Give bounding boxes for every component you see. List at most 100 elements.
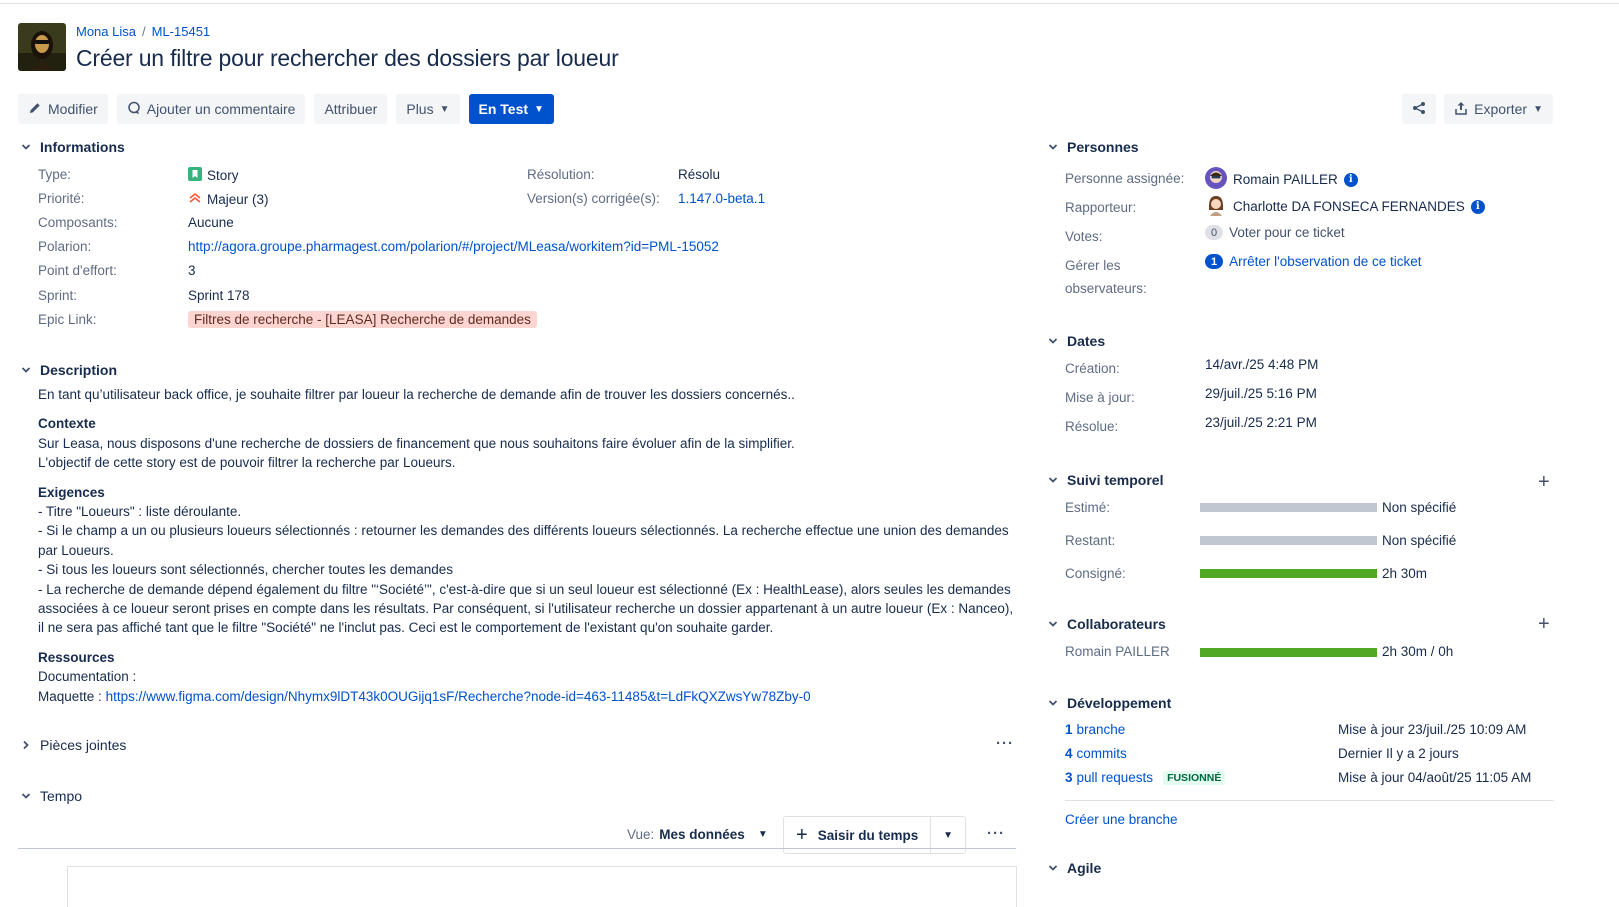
commit-count: 4 — [1065, 746, 1073, 761]
add-comment-button-label: Ajouter un commentaire — [146, 101, 296, 117]
export-dropdown-label: Exporter — [1474, 101, 1528, 117]
resolved-label: Résolue: — [1065, 419, 1119, 434]
epic-link-label: Epic Link: — [38, 312, 97, 327]
pr-info: Mise à jour 04/août/25 11:05 AM — [1338, 770, 1532, 785]
tempo-view-label: Vue: — [627, 827, 655, 842]
status-dropdown[interactable]: En Test ▼ — [468, 94, 554, 124]
attachments-heading: Pièces jointes — [40, 737, 127, 753]
attachments-section-toggle[interactable]: Pièces jointes — [20, 737, 126, 753]
development-divider — [1065, 800, 1554, 801]
more-dropdown[interactable]: Plus ▼ — [396, 94, 460, 124]
chevron-down-icon — [20, 141, 32, 153]
estimated-value: Non spécifié — [1382, 500, 1457, 515]
updated-value: 29/juil./25 5:16 PM — [1205, 386, 1317, 401]
chevron-down-icon: ▼ — [534, 103, 544, 115]
add-collaborator-icon[interactable]: + — [1538, 614, 1550, 634]
dates-section-toggle[interactable]: Dates — [1047, 333, 1105, 349]
logged-bar — [1200, 569, 1377, 578]
branch-info: Mise à jour 23/juil./25 10:09 AM — [1338, 722, 1527, 737]
assign-button[interactable]: Attribuer — [314, 94, 388, 124]
assignee-avatar — [1205, 167, 1227, 192]
context-heading: Contexte — [38, 416, 96, 432]
assignee-value[interactable]: Romain PAILLER i — [1205, 167, 1358, 192]
reporter-name: Charlotte DA FONSECA FERNANDES — [1233, 199, 1465, 214]
resources-heading: Ressources — [38, 649, 115, 665]
remaining-bar — [1200, 536, 1377, 545]
agile-section-toggle[interactable]: Agile — [1047, 860, 1101, 876]
informations-section-toggle[interactable]: Informations — [20, 139, 125, 155]
figma-link[interactable]: https://www.figma.com/design/Nhymx9lDT43… — [106, 689, 811, 704]
context-line-2: L'objectif de cette story est de pouvoir… — [38, 455, 456, 471]
created-value: 14/avr./25 4:48 PM — [1205, 357, 1319, 372]
requirement-4: - La recherche de demande dépend égaleme… — [38, 581, 1014, 636]
informations-heading: Informations — [40, 139, 125, 155]
assignee-name: Romain PAILLER — [1233, 172, 1338, 187]
branch-label: branche — [1076, 722, 1126, 737]
resources-maquette: Maquette : https://www.figma.com/design/… — [38, 687, 1018, 706]
export-dropdown[interactable]: Exporter ▼ — [1444, 94, 1553, 124]
tempo-divider — [18, 848, 1016, 849]
create-branch-link[interactable]: Créer une branche — [1065, 812, 1178, 827]
tempo-worklog-table — [67, 866, 1017, 907]
fix-version-label: Version(s) corrigée(s): — [527, 191, 660, 206]
reporter-value[interactable]: Charlotte DA FONSECA FERNANDES i — [1205, 194, 1485, 219]
edit-button[interactable]: Modifier — [18, 94, 108, 124]
updated-label: Mise à jour: — [1065, 390, 1135, 405]
edit-button-label: Modifier — [48, 101, 98, 117]
export-icon — [1454, 101, 1468, 118]
add-comment-button[interactable]: Ajouter un commentaire — [116, 94, 306, 124]
time-tracking-heading: Suivi temporel — [1067, 472, 1164, 488]
top-divider — [0, 3, 1619, 4]
assignee-label: Personne assignée: — [1065, 171, 1185, 186]
plus-icon: + — [796, 824, 808, 846]
people-section-toggle[interactable]: Personnes — [1047, 139, 1139, 155]
watchers-label-line-1: Gérer les — [1065, 258, 1121, 273]
tempo-heading: Tempo — [40, 788, 83, 804]
tempo-more-icon[interactable]: ··· — [987, 825, 1005, 842]
assign-button-label: Attribuer — [324, 101, 378, 117]
share-button[interactable] — [1402, 94, 1437, 124]
tempo-view-value: Mes données — [659, 827, 745, 842]
development-section-toggle[interactable]: Développement — [1047, 695, 1171, 711]
resolution-label: Résolution: — [527, 167, 595, 182]
attachments-more-icon[interactable]: ··· — [996, 735, 1014, 752]
requirement-3: - Si tous les loueurs sont sélectionnés,… — [38, 562, 453, 578]
fix-version-link[interactable]: 1.147.0-beta.1 — [678, 191, 765, 206]
log-time-dropdown-icon[interactable]: ▼ — [931, 830, 965, 841]
pull-requests-link[interactable]: 3 pull requests FUSIONNÉ — [1065, 770, 1226, 785]
tempo-view-select[interactable]: Vue: Mes données ▼ — [627, 827, 768, 842]
requirement-2: - Si le champ a un ou plusieurs loueurs … — [38, 523, 1009, 558]
epic-link-lozenge[interactable]: Filtres de recherche - [LEASA] Recherche… — [188, 311, 537, 328]
description-intro: En tant qu’utilisateur back office, je s… — [38, 387, 795, 402]
description-section-toggle[interactable]: Description — [20, 362, 117, 378]
project-avatar[interactable] — [18, 23, 66, 71]
breadcrumb-project-link[interactable]: Mona Lisa — [76, 24, 136, 39]
breadcrumb-issue-key-link[interactable]: ML-15451 — [152, 24, 211, 39]
info-icon[interactable]: i — [1470, 199, 1485, 214]
branch-link[interactable]: 1 branche — [1065, 722, 1125, 737]
pr-label: pull requests — [1076, 770, 1154, 785]
info-icon[interactable]: i — [1343, 172, 1358, 187]
comment-icon — [127, 101, 141, 118]
stop-watching-link[interactable]: Arrêter l'observation de ce ticket — [1229, 254, 1421, 269]
vote-action-link[interactable]: Voter pour ce ticket — [1229, 225, 1345, 240]
priority-major-icon — [188, 191, 202, 208]
development-heading: Développement — [1067, 695, 1172, 711]
watchers-label-line-2: observateurs: — [1065, 281, 1147, 296]
add-time-icon[interactable]: + — [1538, 472, 1550, 492]
tempo-section-toggle[interactable]: Tempo — [20, 788, 82, 804]
requirement-1: - Titre "Loueurs" : liste déroulante. — [38, 504, 242, 520]
polarion-link[interactable]: http://agora.groupe.pharmagest.com/polar… — [188, 239, 719, 254]
caret-down-icon: ▼ — [757, 829, 768, 840]
logged-bar-fill — [1200, 569, 1377, 578]
agile-heading: Agile — [1067, 860, 1102, 876]
collaborators-section-toggle[interactable]: Collaborateurs — [1047, 616, 1166, 632]
time-tracking-section-toggle[interactable]: Suivi temporel — [1047, 472, 1163, 488]
chevron-down-icon — [1047, 697, 1059, 709]
collaborators-heading: Collaborateurs — [1067, 616, 1166, 632]
chevron-down-icon — [1047, 474, 1059, 486]
dates-heading: Dates — [1067, 333, 1106, 349]
commits-link[interactable]: 4 commits — [1065, 746, 1127, 761]
resources-documentation: Documentation : — [38, 669, 137, 685]
votes-label: Votes: — [1065, 229, 1103, 244]
